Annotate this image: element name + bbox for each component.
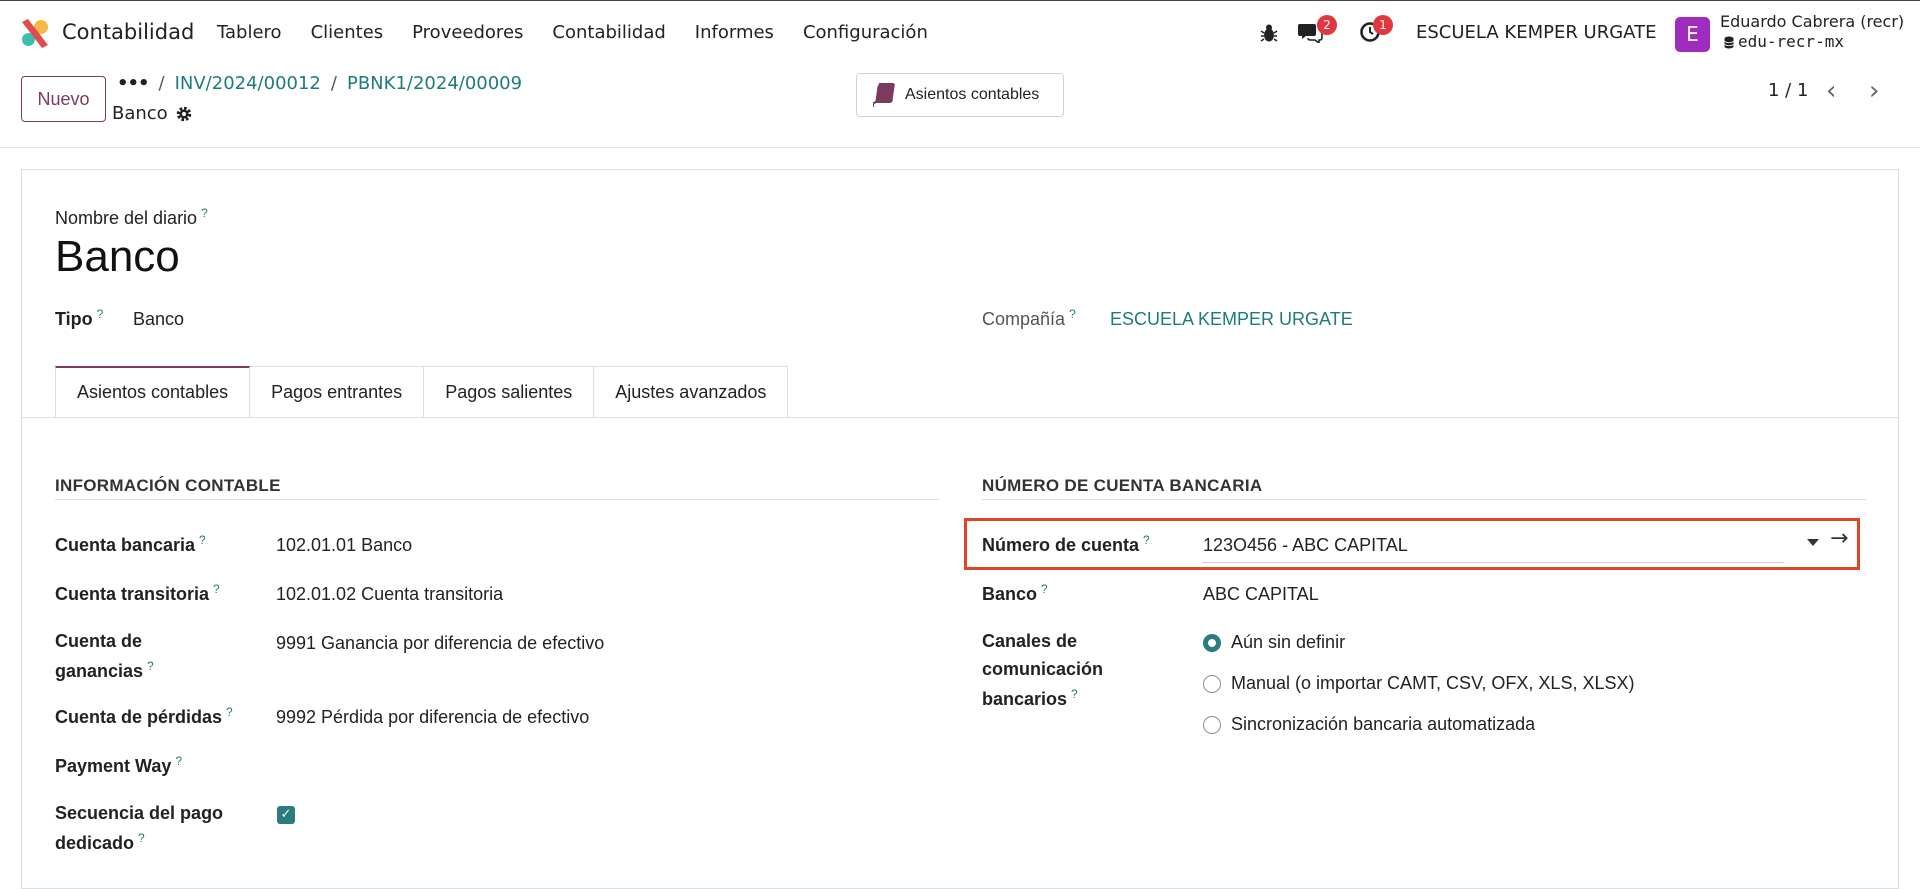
account-number-underline — [1202, 562, 1784, 563]
suspense-account-label: Cuenta transitoria? — [55, 582, 220, 604]
company-label: Compañía? — [982, 307, 1076, 329]
type-value[interactable]: Banco — [133, 309, 184, 330]
type-label: Tipo? — [55, 307, 104, 329]
company-switcher[interactable]: ESCUELA KEMPER URGATE — [1416, 22, 1656, 43]
new-button[interactable]: Nuevo — [21, 76, 106, 122]
menu-clientes[interactable]: Clientes — [311, 22, 384, 43]
profit-account-label-line2: ganancias? — [55, 659, 154, 681]
journal-name-field[interactable]: Banco — [55, 232, 180, 282]
tab-asientos-contables[interactable]: Asientos contables — [55, 366, 251, 418]
help-icon[interactable]: ? — [138, 831, 145, 845]
main-menu: Tablero Clientes Proveedores Contabilida… — [217, 22, 928, 43]
accounting-info-title: INFORMACIÓN CONTABLE — [55, 476, 281, 495]
menu-contabilidad[interactable]: Contabilidad — [552, 22, 665, 43]
help-icon[interactable]: ? — [1071, 687, 1078, 701]
notebook-tabs: Asientos contables Pagos entrantes Pagos… — [55, 366, 789, 418]
book-icon — [873, 83, 895, 107]
top-navbar: Contabilidad Tablero Clientes Proveedore… — [0, 0, 1920, 64]
help-icon[interactable]: ? — [199, 533, 206, 547]
accounting-app-icon[interactable] — [20, 17, 50, 49]
profit-account-value[interactable]: 9991 Ganancia por diferencia de efectivo — [276, 633, 604, 654]
menu-informes[interactable]: Informes — [695, 22, 774, 43]
loss-account-value[interactable]: 9992 Pérdida por diferencia de efectivo — [276, 707, 589, 728]
help-icon[interactable]: ? — [147, 659, 154, 673]
activities-badge: 1 — [1373, 15, 1393, 35]
radio-undefined[interactable] — [1203, 634, 1221, 652]
user-avatar[interactable]: E — [1675, 17, 1710, 52]
debug-bug-icon[interactable] — [1260, 23, 1278, 43]
form-sheet: Nombre del diario? Banco Tipo? Banco Com… — [21, 169, 1899, 889]
dropdown-caret-icon[interactable] — [1807, 539, 1819, 546]
bank-account-label: Cuenta bancaria? — [55, 533, 206, 555]
breadcrumb-item-invoice[interactable]: INV/2024/00012 — [175, 73, 321, 94]
breadcrumb: ••• / INV/2024/00012 / PBNK1/2024/00009 — [117, 73, 522, 94]
tab-ajustes-avanzados[interactable]: Ajustes avanzados — [594, 366, 789, 418]
bank-feeds-label-line2: comunicación — [982, 659, 1104, 679]
journal-entries-label: Asientos contables — [905, 86, 1040, 103]
payment-way-label: Payment Way? — [55, 754, 183, 776]
journal-entries-smart-button[interactable]: Asientos contables — [856, 73, 1064, 117]
pager-value[interactable]: 1 / 1 — [1768, 80, 1808, 101]
record-title: Banco — [112, 103, 168, 124]
bank-account-value[interactable]: 102.01.01 Banco — [276, 535, 412, 556]
tab-pagos-entrantes[interactable]: Pagos entrantes — [250, 366, 425, 418]
dedicated-sequence-label-line2: dedicado? — [55, 831, 145, 853]
help-icon[interactable]: ? — [213, 582, 220, 596]
account-number-input[interactable]: 123O456 - ABC CAPITAL — [1203, 535, 1408, 556]
help-icon[interactable]: ? — [1069, 307, 1076, 321]
company-value[interactable]: ESCUELA KEMPER URGATE — [1110, 309, 1353, 330]
breadcrumb-separator: / — [330, 73, 337, 94]
app-name[interactable]: Contabilidad — [62, 20, 194, 44]
menu-proveedores[interactable]: Proveedores — [412, 22, 523, 43]
user-name[interactable]: Eduardo Cabrera (recr) — [1720, 12, 1904, 31]
tab-pagos-salientes[interactable]: Pagos salientes — [424, 366, 595, 418]
radio-automated-sync[interactable] — [1203, 716, 1221, 734]
radio-manual-label[interactable]: Manual (o importar CAMT, CSV, OFX, XLS, … — [1231, 673, 1634, 694]
radio-undefined-label[interactable]: Aún sin definir — [1231, 632, 1345, 653]
bank-feeds-label-line1: Canales de — [982, 631, 1078, 651]
help-icon[interactable]: ? — [175, 754, 182, 768]
chevron-left-icon[interactable]: ‹ — [1826, 76, 1836, 106]
radio-automated-sync-label[interactable]: Sincronización bancaria automatizada — [1231, 714, 1535, 735]
radio-manual[interactable] — [1203, 675, 1221, 693]
bank-label: Banco? — [982, 582, 1048, 604]
bank-account-number-title: NÚMERO DE CUENTA BANCARIA — [982, 476, 1263, 495]
dedicated-sequence-label-line1: Secuencia del pago — [55, 803, 224, 823]
database-name: edu-recr-mx — [1738, 32, 1844, 51]
internal-link-arrow-icon[interactable]: → — [1830, 526, 1848, 551]
help-icon[interactable]: ? — [226, 705, 233, 719]
breadcrumb-item-payment[interactable]: PBNK1/2024/00009 — [347, 73, 522, 94]
messages-badge: 2 — [1317, 15, 1337, 35]
menu-tablero[interactable]: Tablero — [217, 22, 282, 43]
breadcrumb-more-icon[interactable]: ••• — [117, 73, 150, 94]
section-divider — [982, 499, 1866, 500]
menu-configuracion[interactable]: Configuración — [803, 22, 928, 43]
dedicated-sequence-checkbox[interactable]: ✓ — [277, 806, 295, 824]
tabs-divider — [22, 417, 1898, 418]
suspense-account-value[interactable]: 102.01.02 Cuenta transitoria — [276, 584, 503, 605]
bank-value[interactable]: ABC CAPITAL — [1203, 584, 1319, 605]
loss-account-label: Cuenta de pérdidas? — [55, 705, 233, 727]
control-panel-divider — [0, 147, 1920, 148]
database-icon — [1724, 36, 1734, 49]
profit-account-label-line1: Cuenta de — [55, 631, 143, 651]
help-icon[interactable]: ? — [1041, 582, 1048, 596]
help-icon[interactable]: ? — [201, 206, 208, 220]
breadcrumb-separator: / — [158, 73, 165, 94]
help-icon[interactable]: ? — [97, 307, 104, 321]
gear-icon[interactable] — [175, 105, 193, 123]
section-divider — [55, 499, 939, 500]
journal-name-label: Nombre del diario? — [55, 206, 208, 228]
help-icon[interactable]: ? — [1143, 533, 1150, 547]
account-number-label: Número de cuenta? — [982, 533, 1150, 555]
chevron-right-icon[interactable]: › — [1869, 76, 1879, 106]
bank-feeds-label-line3: bancarios? — [982, 687, 1078, 709]
